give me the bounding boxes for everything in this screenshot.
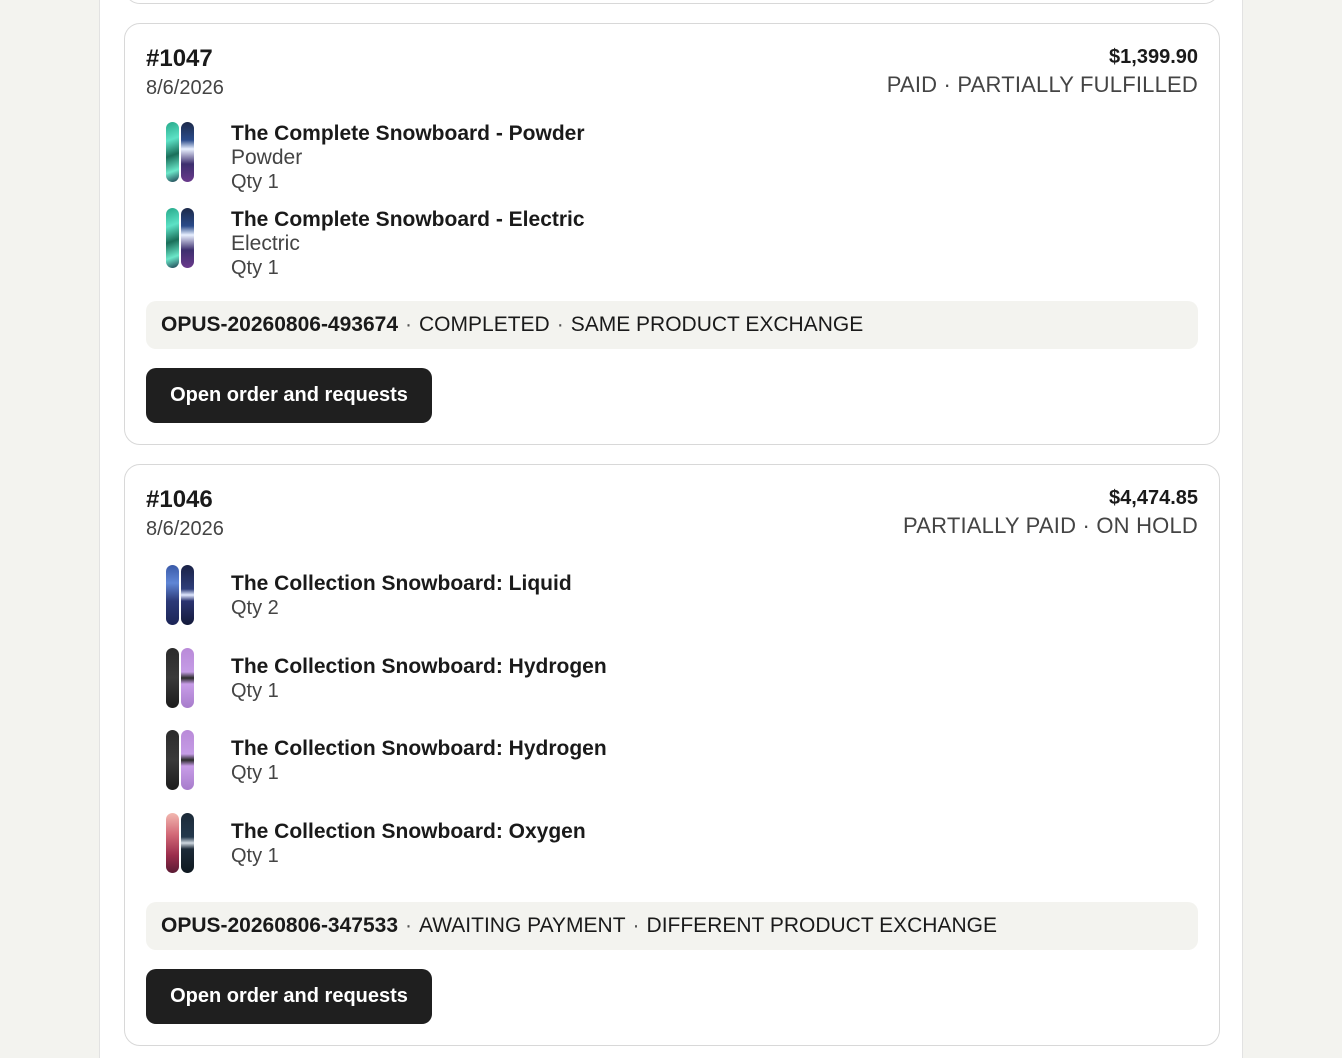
line-items: The Collection Snowboard: Liquid Qty 2 T… xyxy=(146,563,1198,893)
previous-order-card xyxy=(124,0,1220,4)
order-total: $4,474.85 xyxy=(1109,487,1198,509)
item-title: The Collection Snowboard: Oxygen xyxy=(231,820,586,843)
order-number: #1046 xyxy=(146,486,213,513)
line-item: The Complete Snowboard - Electric Electr… xyxy=(146,206,1198,292)
open-order-button[interactable]: Open order and requests xyxy=(146,969,432,1024)
order-number: #1047 xyxy=(146,45,213,72)
item-variant: Powder xyxy=(231,146,303,169)
order-total: $1,399.90 xyxy=(1109,46,1198,68)
item-title: The Collection Snowboard: Liquid xyxy=(231,572,572,595)
line-item: The Collection Snowboard: Hydrogen Qty 1 xyxy=(146,646,1198,728)
separator: · xyxy=(632,914,640,937)
item-qty: Qty 1 xyxy=(231,845,279,867)
snowboard-electric-image xyxy=(146,206,210,270)
item-title: The Complete Snowboard - Powder xyxy=(231,122,585,145)
order-date: 8/6/2026 xyxy=(146,77,224,99)
line-item: The Collection Snowboard: Hydrogen Qty 1 xyxy=(146,728,1198,811)
line-item: The Collection Snowboard: Oxygen Qty 1 xyxy=(146,811,1198,893)
snowboard-powder-image xyxy=(146,120,210,184)
line-items: The Complete Snowboard - Powder Powder Q… xyxy=(146,120,1198,292)
line-item: The Complete Snowboard - Powder Powder Q… xyxy=(146,120,1198,206)
order-status: PARTIALLY PAID · ON HOLD xyxy=(903,513,1198,538)
request-type: DIFFERENT PRODUCT EXCHANGE xyxy=(646,914,997,937)
item-title: The Complete Snowboard - Electric xyxy=(231,208,585,231)
line-item: The Collection Snowboard: Liquid Qty 2 xyxy=(146,563,1198,646)
order-date: 8/6/2026 xyxy=(146,518,224,540)
item-qty: Qty 1 xyxy=(231,762,279,784)
separator: · xyxy=(405,313,413,336)
request-state: COMPLETED xyxy=(419,313,550,336)
item-title: The Collection Snowboard: Hydrogen xyxy=(231,737,607,760)
request-id: OPUS-20260806-347533 xyxy=(161,914,399,937)
order-status: PAID · PARTIALLY FULFILLED xyxy=(886,72,1198,97)
request-type: SAME PRODUCT EXCHANGE xyxy=(570,313,864,336)
open-order-button[interactable]: Open order and requests xyxy=(146,368,432,423)
snowboard-oxygen-image xyxy=(146,811,210,875)
request-id: OPUS-20260806-493674 xyxy=(161,313,399,336)
item-qty: Qty 1 xyxy=(231,680,279,702)
separator: · xyxy=(405,914,413,937)
item-qty: Qty 1 xyxy=(231,257,279,279)
order-card: #1046 8/6/2026 $4,474.85 PARTIALLY PAID … xyxy=(124,464,1220,1046)
snowboard-liquid-image xyxy=(146,563,210,627)
orders-page: #1047 8/6/2026 $1,399.90 PAID · PARTIALL… xyxy=(99,0,1243,1058)
order-card: #1047 8/6/2026 $1,399.90 PAID · PARTIALL… xyxy=(124,23,1220,445)
item-qty: Qty 2 xyxy=(231,597,279,619)
request-summary: OPUS-20260806-493674 · COMPLETED · SAME … xyxy=(146,301,1198,349)
item-title: The Collection Snowboard: Hydrogen xyxy=(231,655,607,678)
snowboard-hydrogen-image xyxy=(146,728,210,792)
request-summary: OPUS-20260806-347533 · AWAITING PAYMENT … xyxy=(146,902,1198,950)
item-variant: Electric xyxy=(231,232,300,255)
item-qty: Qty 1 xyxy=(231,171,279,193)
request-state: AWAITING PAYMENT xyxy=(419,914,626,937)
separator: · xyxy=(556,313,564,336)
snowboard-hydrogen-image xyxy=(146,646,210,710)
